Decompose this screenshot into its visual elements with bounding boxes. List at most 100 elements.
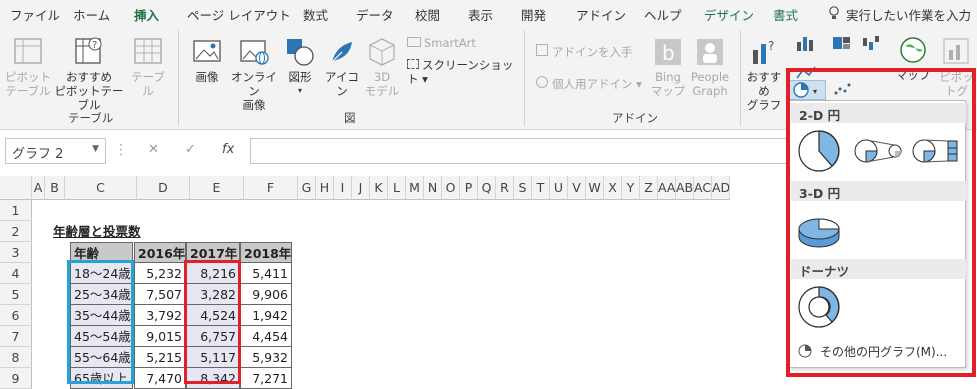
tab-addins[interactable]: アドイン — [576, 5, 626, 24]
column-header[interactable]: O — [442, 176, 460, 200]
column-header[interactable]: V — [568, 176, 586, 200]
row-header[interactable]: 2 — [0, 221, 32, 242]
column-header[interactable]: AA — [658, 176, 676, 200]
table-cell[interactable]: 4,454 — [240, 326, 292, 347]
table-cell[interactable]: 1,942 — [240, 305, 292, 326]
formula-input[interactable] — [250, 138, 790, 164]
recommended-chart-button[interactable]: ? おすすめ グラフ — [744, 36, 784, 112]
tab-review[interactable]: 校閲 — [415, 5, 440, 24]
column-header[interactable]: A — [32, 176, 45, 200]
lightbulb-icon — [828, 6, 840, 23]
icons-button[interactable]: アイコン — [320, 36, 364, 98]
select-all-corner[interactable] — [0, 176, 32, 200]
column-header[interactable]: I — [334, 176, 352, 200]
name-box[interactable]: グラフ 2 ▼ — [5, 138, 106, 164]
formula-bar-grip[interactable]: ⋮ — [114, 142, 128, 158]
column-header[interactable]: G — [298, 176, 316, 200]
column-header[interactable]: AC — [694, 176, 712, 200]
column-header[interactable]: Q — [478, 176, 496, 200]
column-header[interactable]: Y — [622, 176, 640, 200]
tab-view[interactable]: 表示 — [468, 5, 493, 24]
row-header[interactable]: 9 — [0, 368, 32, 389]
table-cell[interactable]: 9,015 — [134, 326, 186, 347]
svg-text:b: b — [662, 41, 675, 65]
tab-help[interactable]: ヘルプ — [644, 5, 682, 24]
people-graph-button[interactable]: People Graph — [688, 36, 732, 98]
table-cell[interactable]: 7,271 — [240, 368, 292, 389]
row-header[interactable]: 7 — [0, 326, 32, 347]
online-image-button[interactable]: オンライン 画像 — [228, 36, 280, 112]
recommended-pivot-button[interactable]: ? おすすめ ピボットテーブル — [50, 36, 128, 112]
table-cell[interactable]: 5,932 — [240, 347, 292, 368]
chevron-down-icon[interactable]: ▼ — [92, 144, 99, 154]
column-header[interactable]: H — [316, 176, 334, 200]
column-chart-button[interactable] — [792, 34, 822, 55]
hierarchy-chart-button[interactable] — [828, 34, 856, 55]
bing-maps-button[interactable]: b Bing マップ — [648, 36, 688, 98]
row-header[interactable]: 3 — [0, 242, 32, 263]
tab-data[interactable]: データ — [356, 5, 394, 24]
table-cell[interactable]: 7,507 — [134, 284, 186, 305]
table-cell[interactable]: 5,232 — [134, 263, 186, 284]
column-header[interactable]: AB — [676, 176, 694, 200]
table-button[interactable]: テーブル — [126, 36, 170, 98]
row-header[interactable]: 1 — [0, 200, 32, 221]
get-addin-button[interactable]: アドインを入手 — [536, 44, 646, 59]
row-header[interactable]: 4 — [0, 263, 32, 284]
icons-label: アイコン — [325, 70, 359, 98]
column-header[interactable]: S — [514, 176, 532, 200]
tab-page-layout[interactable]: ページ レイアウト — [187, 5, 291, 24]
table-header-cell[interactable]: 2016年 — [134, 242, 186, 263]
table-cell[interactable]: 5,215 — [134, 347, 186, 368]
row-header[interactable]: 5 — [0, 284, 32, 305]
tab-insert[interactable]: 挿入 — [134, 5, 160, 29]
pivot-table-button[interactable]: ピボット テーブル — [4, 36, 52, 98]
function-icon[interactable]: fx — [222, 142, 234, 157]
column-header[interactable]: F — [244, 176, 298, 200]
column-header[interactable]: X — [604, 176, 622, 200]
shapes-button[interactable]: 図形 ▾ — [282, 36, 318, 98]
column-header[interactable]: U — [550, 176, 568, 200]
cancel-icon[interactable]: ✕ — [148, 142, 159, 157]
column-header[interactable]: M — [406, 176, 424, 200]
smartart-button[interactable]: SmartArt — [407, 36, 487, 50]
tab-developer[interactable]: 開発 — [521, 5, 546, 24]
separator — [524, 30, 525, 126]
row-header[interactable]: 8 — [0, 347, 32, 368]
column-header[interactable]: B — [45, 176, 65, 200]
image-button[interactable]: 画像 — [185, 36, 229, 84]
tab-home[interactable]: ホーム — [73, 5, 110, 24]
waterfall-chart-button[interactable] — [858, 34, 886, 55]
tab-formulas[interactable]: 数式 — [303, 5, 328, 24]
column-header[interactable]: AD — [712, 176, 730, 200]
table-cell[interactable]: 5,411 — [240, 263, 292, 284]
screenshot-icon — [407, 59, 419, 69]
shapes-label: 図形 — [288, 70, 312, 84]
sheet-title[interactable]: 年齢層と投票数 — [53, 221, 141, 242]
column-header[interactable]: R — [496, 176, 514, 200]
column-header[interactable]: T — [532, 176, 550, 200]
tab-file[interactable]: ファイル — [10, 5, 60, 24]
column-header[interactable]: L — [388, 176, 406, 200]
column-header[interactable]: P — [460, 176, 478, 200]
column-header[interactable]: D — [137, 176, 190, 200]
column-header[interactable]: E — [190, 176, 244, 200]
column-header[interactable]: K — [370, 176, 388, 200]
table-header-cell[interactable]: 2018年 — [240, 242, 292, 263]
model3d-button[interactable]: 3D モデル — [362, 36, 402, 98]
column-header[interactable]: N — [424, 176, 442, 200]
tell-me-box[interactable]: 実行したい作業を入力 — [828, 5, 971, 24]
screenshot-button[interactable]: スクリーンショット ▾ — [407, 58, 519, 86]
column-header[interactable]: C — [65, 176, 137, 200]
table-cell[interactable]: 9,906 — [240, 284, 292, 305]
tab-format[interactable]: 書式 — [773, 5, 798, 24]
column-header[interactable]: Z — [640, 176, 658, 200]
enter-icon[interactable]: ✓ — [185, 142, 196, 157]
table-cell[interactable]: 3,792 — [134, 305, 186, 326]
column-header[interactable]: J — [352, 176, 370, 200]
table-cell[interactable]: 7,470 — [134, 368, 186, 389]
column-header[interactable]: W — [586, 176, 604, 200]
tab-design[interactable]: デザイン — [704, 5, 754, 24]
row-header[interactable]: 6 — [0, 305, 32, 326]
my-addin-button[interactable]: 個人用アドイン ▾ — [536, 76, 646, 91]
